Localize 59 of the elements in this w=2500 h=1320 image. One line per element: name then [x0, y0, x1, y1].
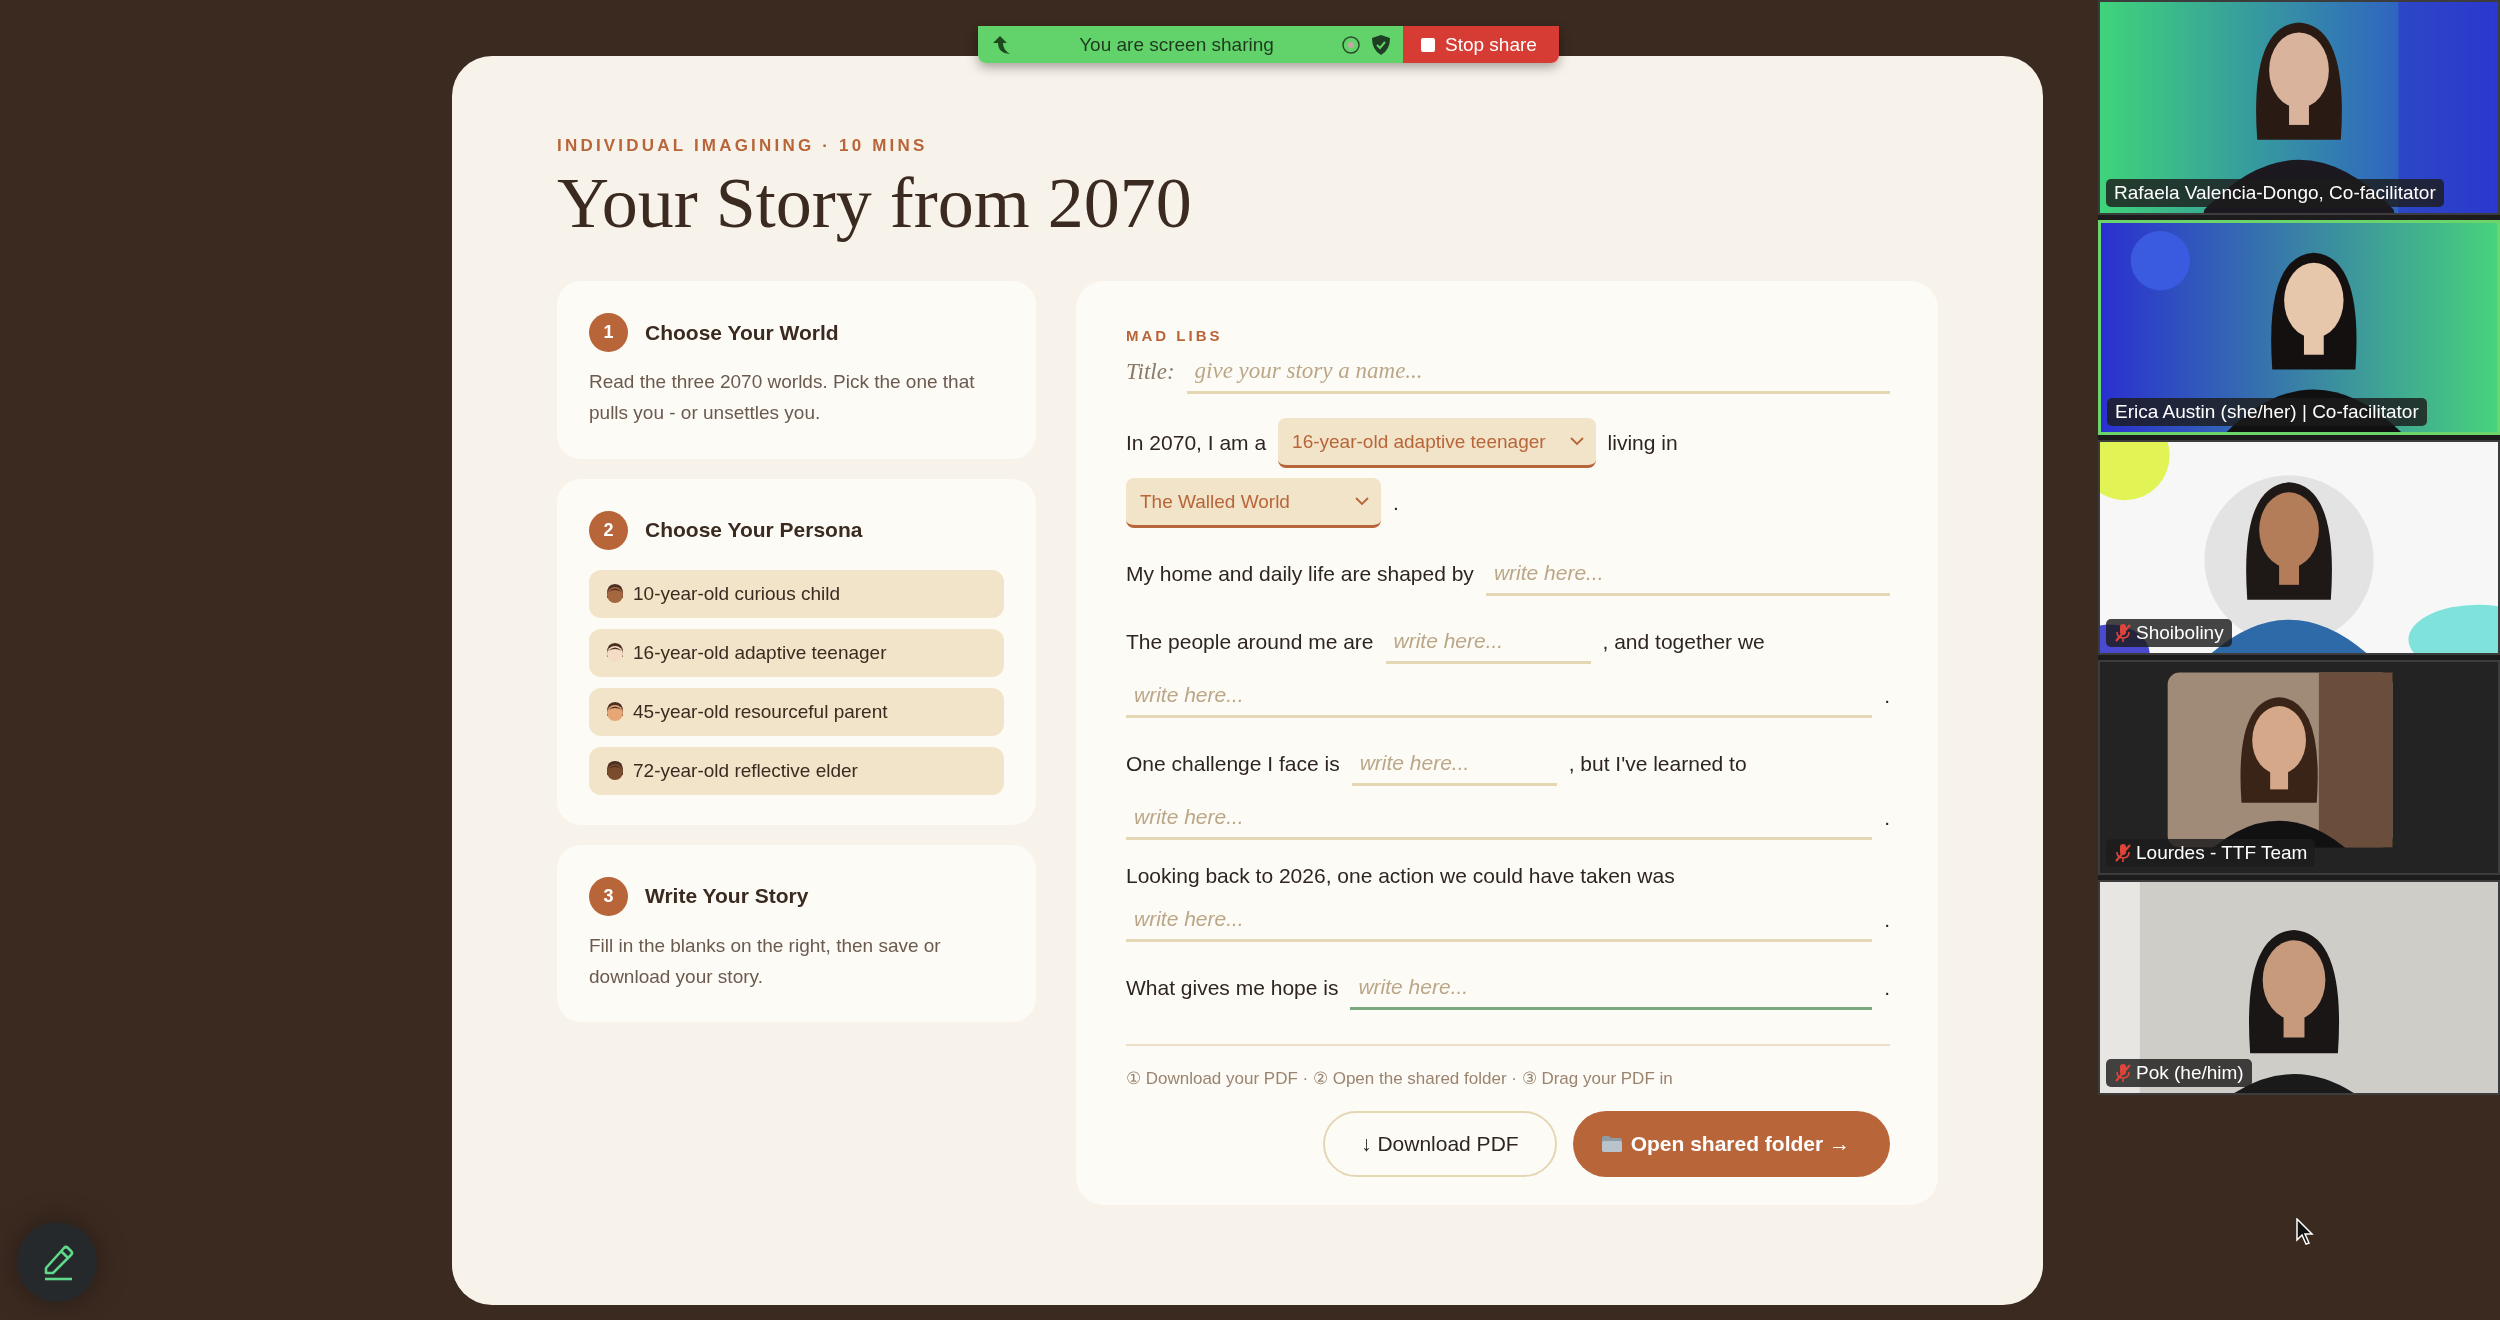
fill-in-line[interactable]: write here...	[1350, 966, 1873, 1010]
story-text: Looking back to 2026, one action we could have taken was	[1126, 864, 1675, 888]
fill-in-line[interactable]: write here...	[1385, 620, 1591, 664]
story-text: .	[1884, 806, 1890, 830]
step-title: Choose Your Persona	[645, 518, 863, 543]
story-text: .	[1884, 684, 1890, 708]
story-text: living in	[1607, 431, 1678, 455]
stop-icon	[1421, 37, 1435, 52]
persona-label: 16-year-old adaptive teenager	[633, 641, 887, 664]
sharing-status-text: You are screen sharing	[1078, 33, 1275, 56]
story-text: , and together we	[1602, 630, 1765, 654]
persona-label: 45-year-old resourceful parent	[633, 700, 888, 723]
fill-in-line[interactable]: write here...	[1126, 674, 1873, 718]
step-description: Fill in the blanks on the right, then save or download your story.	[589, 933, 942, 990]
step-title: Write Your Story	[645, 884, 809, 909]
cursor-icon	[2296, 1218, 2316, 1246]
persona-option[interactable]: 45-year-old resourceful parent	[589, 687, 1004, 736]
participant-name: Pok (he/him)	[2136, 1062, 2244, 1084]
story-text: The people around me are	[1126, 630, 1374, 654]
step-number: 3	[589, 876, 628, 916]
story-text: In 2070, I am a	[1126, 431, 1267, 455]
story-text: One challenge I face is	[1126, 752, 1340, 776]
story-text: My home and daily life are shaped by	[1126, 562, 1474, 586]
participant-name: Lourdes - TTF Team	[2136, 842, 2308, 864]
story-text: , but I've learned to	[1568, 752, 1747, 776]
stop-share-button[interactable]: Stop share	[1403, 26, 1559, 63]
fill-in-line[interactable]: write here...	[1485, 552, 1890, 596]
shield-icon[interactable]	[1371, 33, 1391, 56]
persona-label: 72-year-old reflective elder	[633, 759, 858, 782]
download-pdf-button[interactable]: ↓ Download PDF	[1323, 1111, 1557, 1177]
persona-option[interactable]: 16-year-old adaptive teenager	[589, 628, 1004, 677]
persona-label: 10-year-old curious child	[633, 582, 840, 605]
fill-in-line[interactable]: write here...	[1126, 898, 1873, 942]
caret-icon	[1569, 437, 1584, 446]
open-folder-button[interactable]: Open shared folder →	[1572, 1111, 1890, 1177]
eyebrow-label: INDIVIDUAL IMAGINING · 10 MINS	[557, 136, 929, 156]
story-text: What gives me hope is	[1126, 976, 1339, 1000]
participant-name: Rafaela Valencia-Dongo, Co-facilitator	[2114, 182, 2436, 204]
story-text: .	[1393, 491, 1399, 515]
section-label: MAD LIBS	[1126, 327, 1224, 344]
page-title: Your Story from 2070	[557, 162, 1193, 245]
story-text: .	[1884, 908, 1890, 932]
instructions-text: ① Download your PDF · ② Open the shared folder · ③ Drag your PDF in	[1126, 1068, 1674, 1089]
persona-option[interactable]: 72-year-old reflective elder	[589, 746, 1004, 795]
fill-in-line[interactable]: write here...	[1351, 742, 1557, 786]
record-icon[interactable]	[1341, 34, 1361, 55]
step-number: 2	[589, 510, 628, 550]
title-label: Title:	[1126, 359, 1175, 385]
title-field[interactable]: give your story a name...	[1186, 350, 1890, 394]
fill-in-line[interactable]: write here...	[1126, 796, 1873, 840]
participant-name: Erica Austin (she/her) | Co-facilitator	[2115, 401, 2419, 423]
step-description: Read the three 2070 worlds. Pick the one that pulls you - or unsettles you.	[589, 370, 976, 426]
story-text: .	[1884, 976, 1890, 1000]
step-title: Choose Your World	[645, 320, 839, 345]
participant-name: Shoiboliny	[2136, 622, 2224, 644]
caret-icon	[1355, 497, 1369, 506]
persona-option[interactable]: 10-year-old curious child	[589, 569, 1004, 618]
step-number: 1	[589, 313, 628, 352]
folder-icon	[1600, 1135, 1623, 1153]
